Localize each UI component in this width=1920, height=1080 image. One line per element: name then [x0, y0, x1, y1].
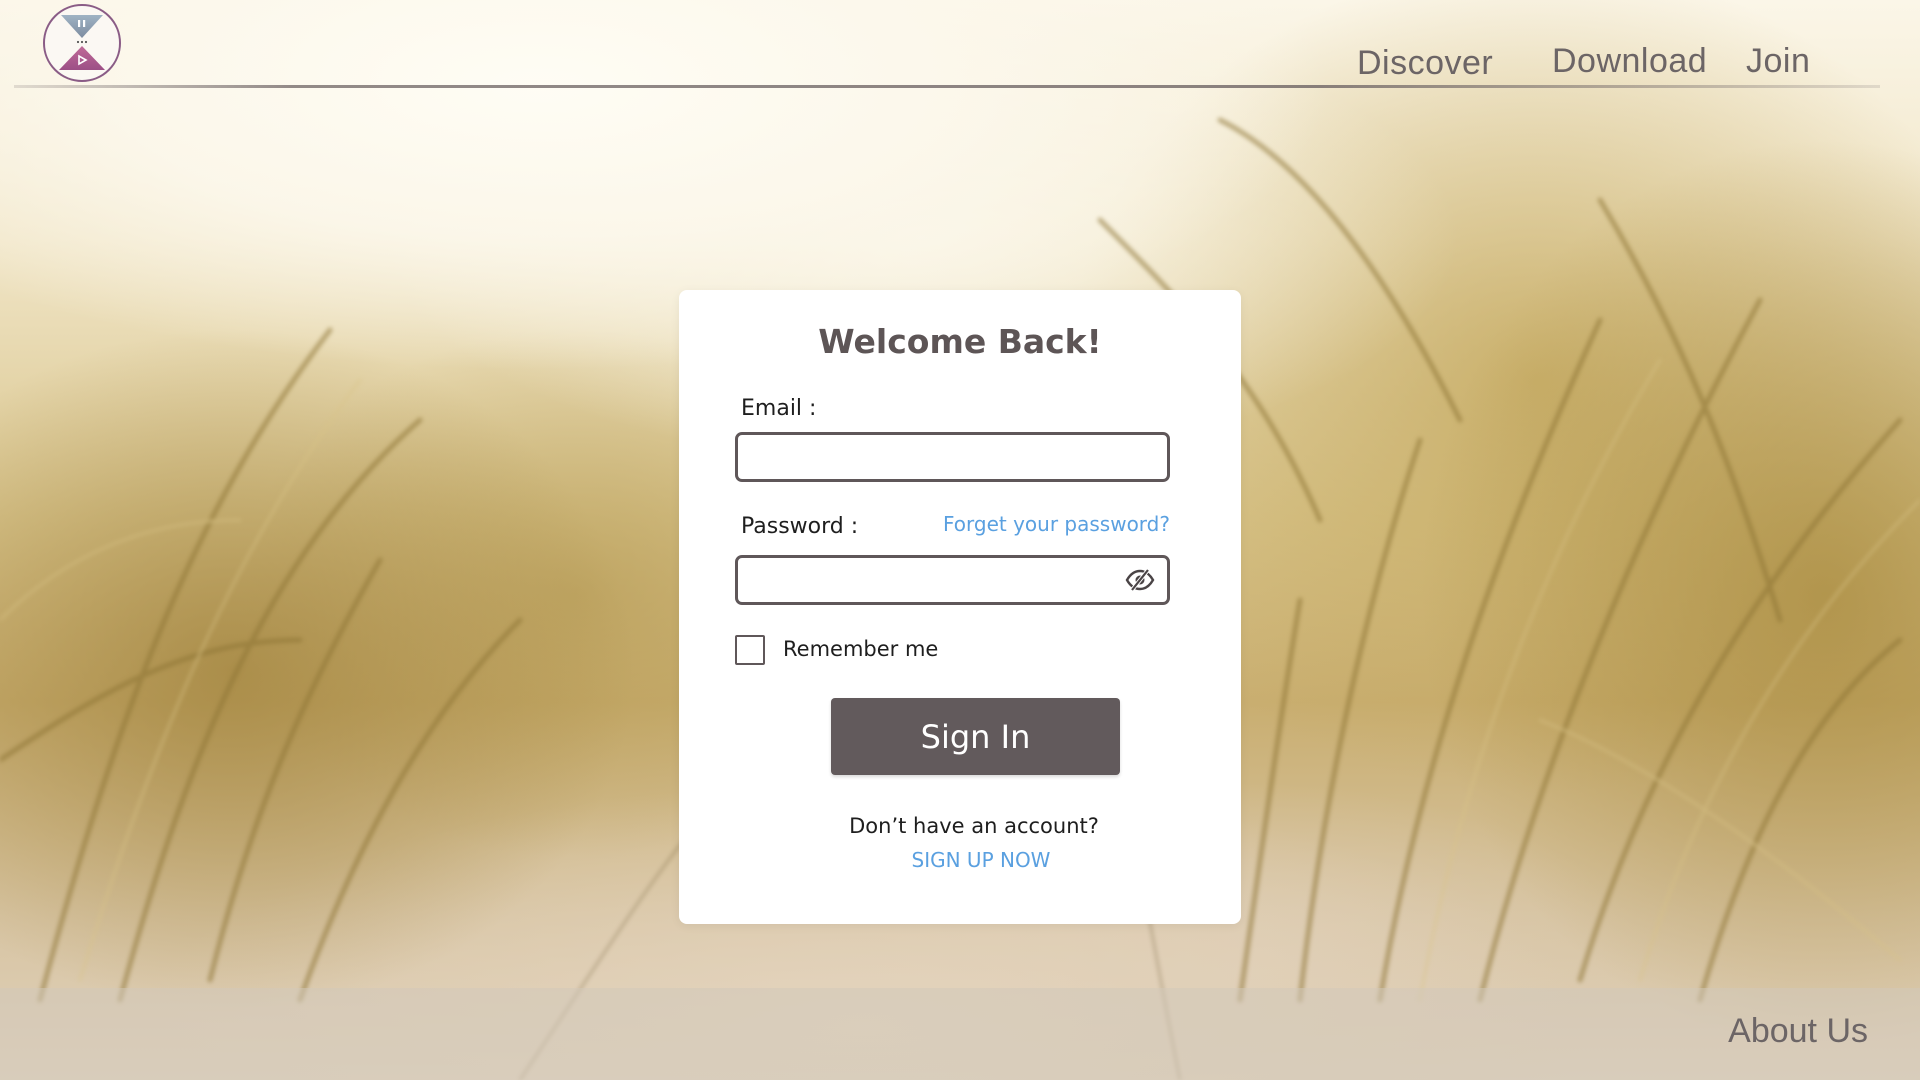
eye-slash-icon[interactable] — [1125, 568, 1155, 592]
login-title: Welcome Back! — [818, 322, 1102, 361]
nav-download[interactable]: Download — [1552, 42, 1707, 81]
nav-join[interactable]: Join — [1746, 42, 1810, 81]
password-label: Password : — [741, 514, 859, 539]
sign-up-link[interactable]: SIGN UP NOW — [679, 848, 1283, 872]
password-field[interactable] — [735, 555, 1170, 605]
footer: About Us — [0, 988, 1920, 1080]
header-divider — [14, 85, 1880, 88]
forgot-password-link[interactable]: Forget your password? — [943, 512, 1170, 536]
logo-icon[interactable] — [43, 4, 121, 82]
sign-in-button[interactable]: Sign In — [831, 698, 1120, 775]
login-card: Welcome Back! Email : Password : Forget … — [679, 290, 1241, 924]
no-account-text: Don’t have an account? — [849, 814, 1099, 838]
page: Discover Download Join Welcome Back! Ema… — [0, 0, 1920, 1080]
nav-discover[interactable]: Discover — [1357, 44, 1493, 83]
about-us-link[interactable]: About Us — [1728, 1012, 1868, 1051]
remember-me-checkbox[interactable] — [735, 635, 765, 665]
email-label: Email : — [741, 396, 817, 421]
email-field[interactable] — [735, 432, 1170, 482]
remember-me-label: Remember me — [783, 637, 939, 661]
top-navigation: Discover Download Join — [0, 0, 1920, 88]
